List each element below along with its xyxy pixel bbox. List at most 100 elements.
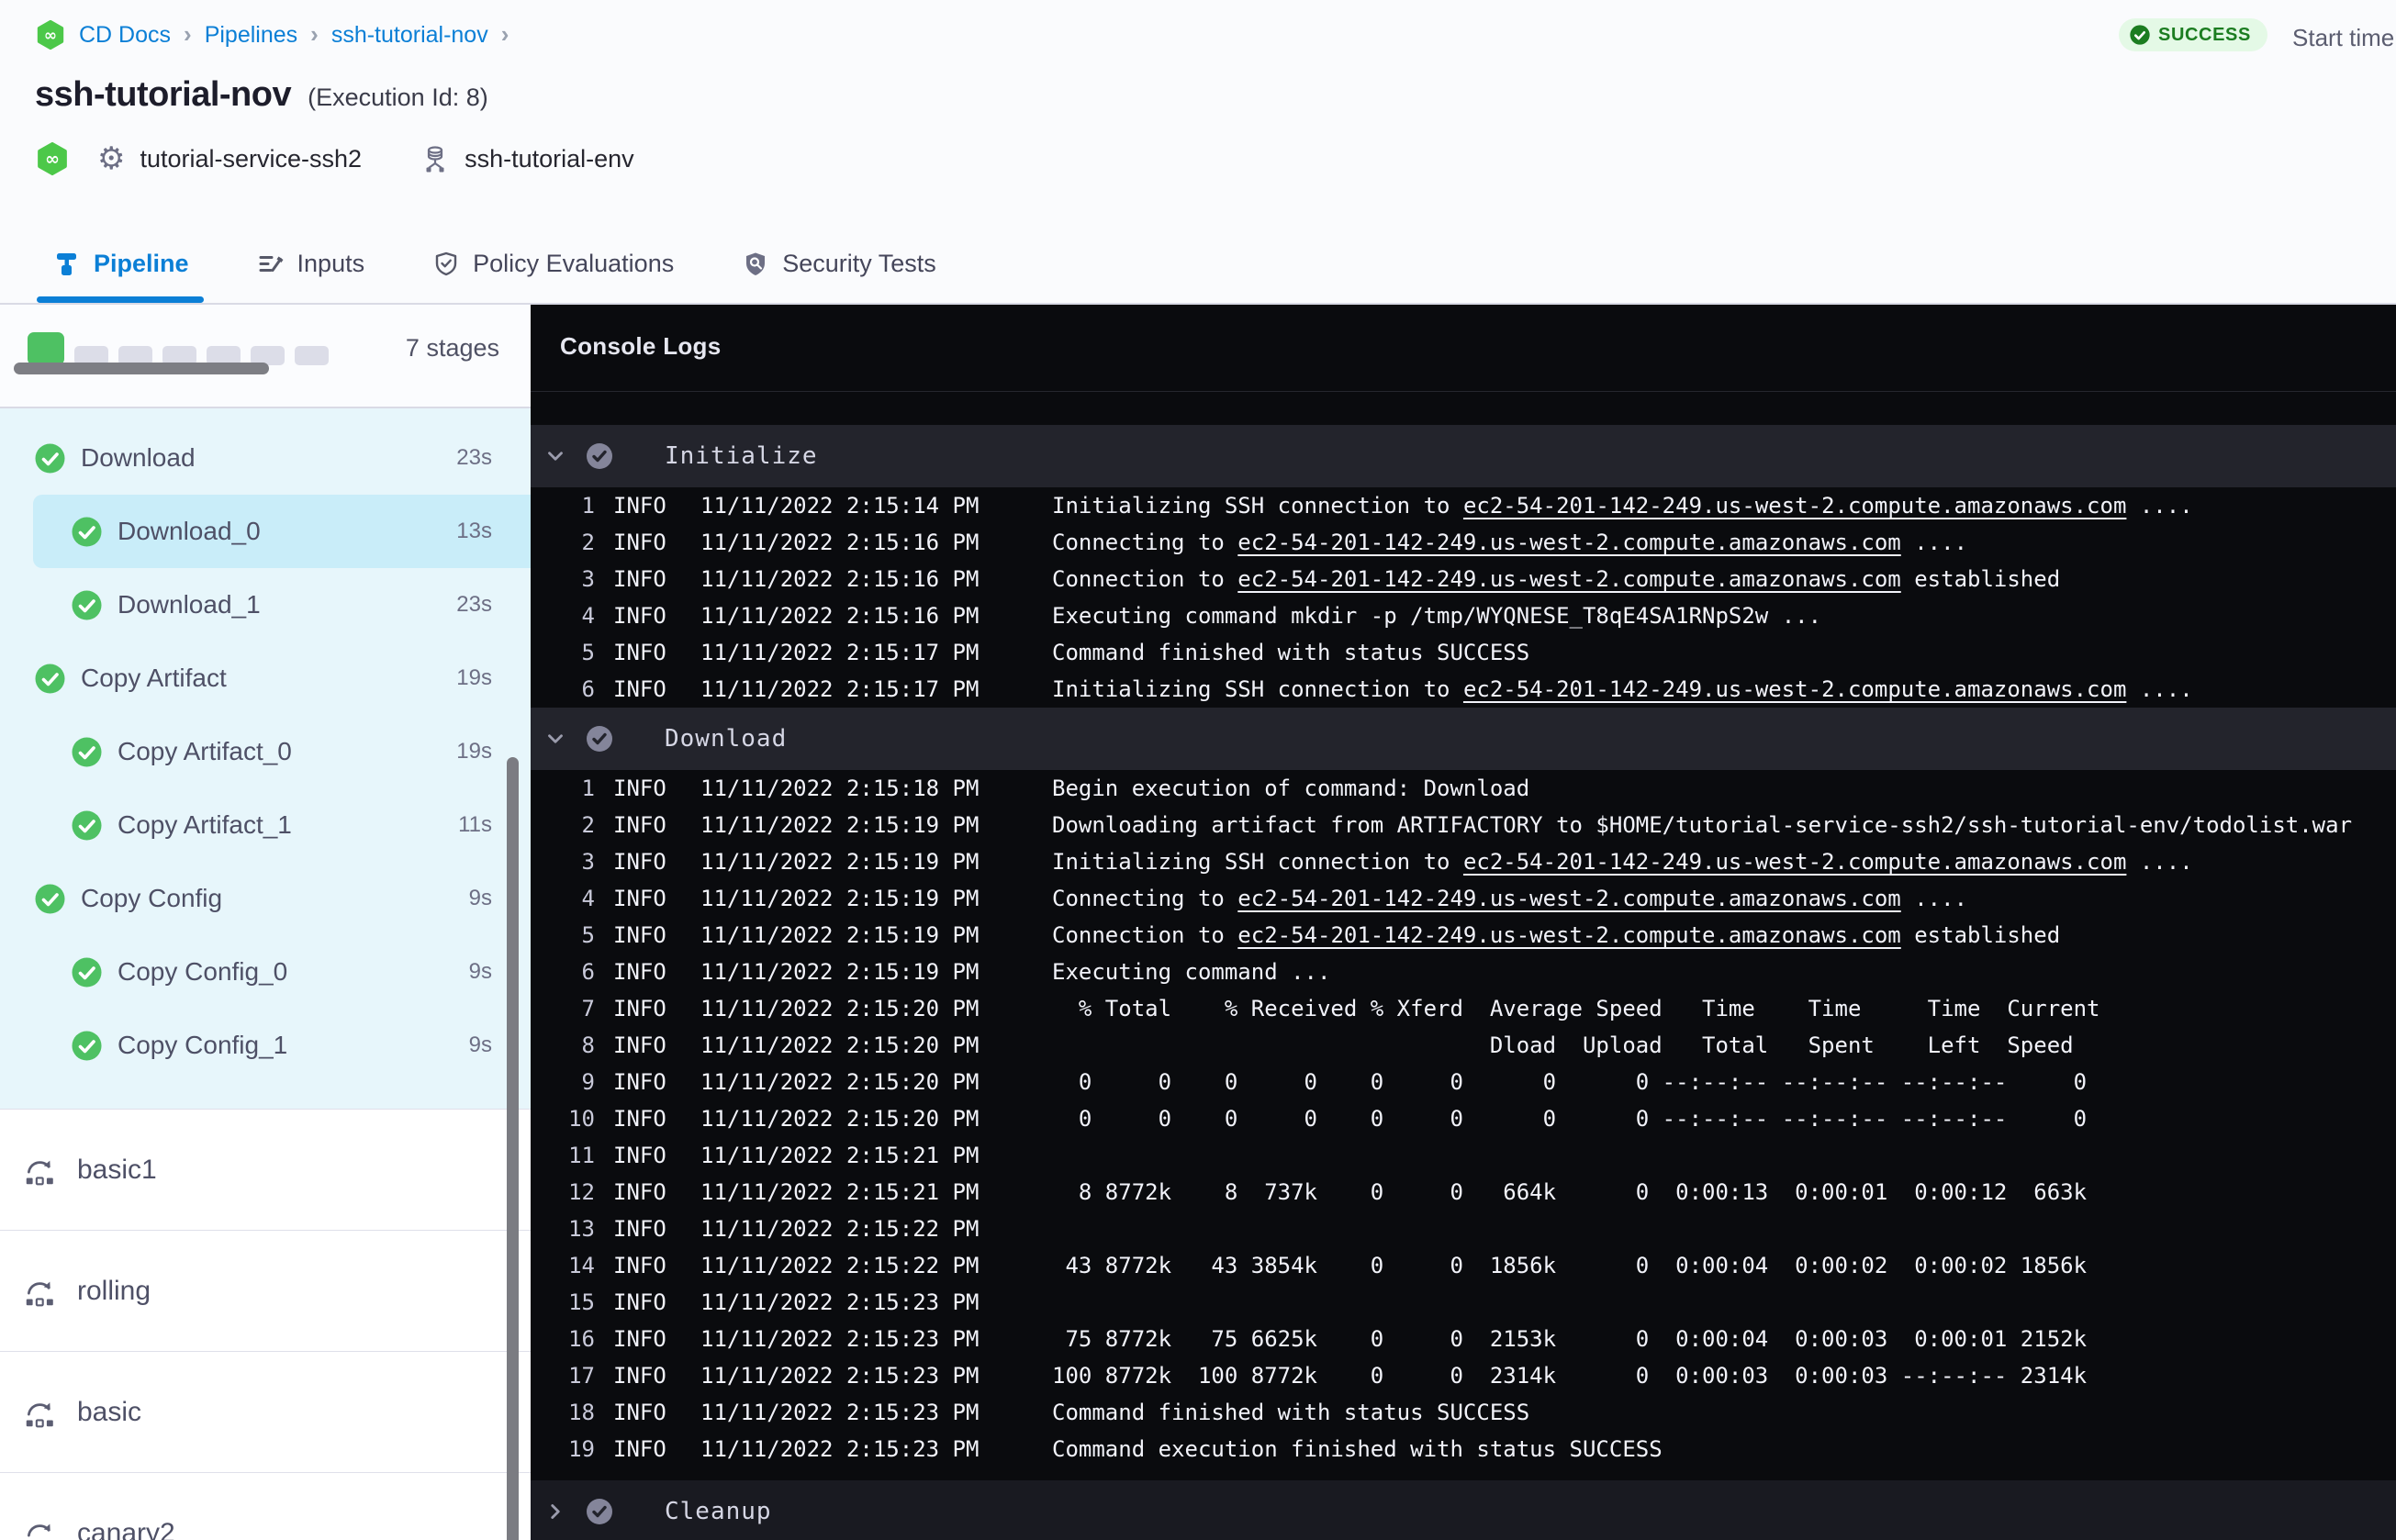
stage-row-copy-artifact-1[interactable]: Copy Artifact_1 11s bbox=[0, 788, 531, 862]
log-line: 1 INFO 11/11/2022 2:15:14 PM Initializin… bbox=[531, 487, 2396, 524]
chevron-right-icon: › bbox=[184, 19, 192, 48]
log-line: 12 INFO 11/11/2022 2:15:21 PM 8 8772k 8 … bbox=[531, 1174, 2396, 1211]
tab-label: Pipeline bbox=[94, 250, 189, 277]
stage-row-copy-config-0[interactable]: Copy Config_0 9s bbox=[0, 935, 531, 1009]
progress-square-current[interactable] bbox=[28, 332, 64, 365]
log-line: 5 INFO 11/11/2022 2:15:19 PM Connection … bbox=[531, 917, 2396, 954]
stage-row-download[interactable]: Download 23s bbox=[0, 421, 531, 495]
service-gear-icon: ⚙ bbox=[97, 141, 126, 176]
log-line-number: 2 bbox=[581, 530, 595, 555]
stage-list-item-rolling[interactable]: rolling bbox=[0, 1230, 531, 1351]
stages-sidebar: 7 stages Download 23s Download_0 13s Dow… bbox=[0, 305, 531, 1540]
section-success-check-icon bbox=[587, 726, 612, 752]
page-header: ∞ CD Docs › Pipelines › ssh-tutorial-nov… bbox=[0, 0, 2396, 225]
log-line: 11 INFO 11/11/2022 2:15:21 PM bbox=[531, 1137, 2396, 1174]
stage-row-download-1[interactable]: Download_1 23s bbox=[0, 568, 531, 642]
environment-name[interactable]: ssh-tutorial-env bbox=[465, 145, 634, 173]
log-message: 100 8772k 100 8772k 0 0 2314k 0 0:00:03 … bbox=[1052, 1363, 2088, 1389]
chevron-down-icon bbox=[548, 452, 563, 461]
log-level: INFO bbox=[613, 566, 666, 592]
console-section-header-cleanup[interactable]: Cleanup bbox=[531, 1480, 2396, 1540]
log-level: INFO bbox=[613, 640, 666, 665]
stage-duration: 13s bbox=[456, 519, 492, 543]
success-check-icon bbox=[72, 957, 102, 987]
stage-list-item-label: canary2 bbox=[77, 1517, 175, 1540]
stage-row-copy-artifact[interactable]: Copy Artifact 19s bbox=[0, 642, 531, 715]
stage-list-item-canary2[interactable]: canary2 bbox=[0, 1472, 531, 1540]
stages-count-label: 7 stages bbox=[405, 334, 499, 362]
log-timestamp: 11/11/2022 2:15:23 PM bbox=[700, 1436, 980, 1462]
host-link[interactable]: ec2-54-201-142-249.us-west-2.compute.ama… bbox=[1237, 566, 1900, 592]
log-line-number: 17 bbox=[568, 1363, 595, 1389]
tab-inputs[interactable]: Inputs bbox=[257, 225, 364, 303]
log-timestamp: 11/11/2022 2:15:17 PM bbox=[700, 676, 980, 702]
vertical-scrollbar[interactable] bbox=[507, 757, 519, 1540]
log-message: 75 8772k 75 6625k 0 0 2153k 0 0:00:04 0:… bbox=[1052, 1326, 2088, 1352]
log-line-number: 10 bbox=[568, 1106, 595, 1132]
log-timestamp: 11/11/2022 2:15:17 PM bbox=[700, 640, 980, 665]
stages-progress-header: 7 stages bbox=[0, 305, 531, 408]
log-message: 8 8772k 8 737k 0 0 664k 0 0:00:13 0:00:0… bbox=[1052, 1179, 2088, 1205]
log-line-number: 3 bbox=[581, 849, 595, 875]
log-timestamp: 11/11/2022 2:15:20 PM bbox=[700, 1032, 980, 1058]
section-success-check-icon bbox=[587, 1499, 612, 1524]
status-badge-label: SUCCESS bbox=[2158, 24, 2251, 45]
progress-square[interactable] bbox=[295, 346, 329, 365]
log-level: INFO bbox=[613, 1143, 666, 1168]
host-link[interactable]: ec2-54-201-142-249.us-west-2.compute.ama… bbox=[1237, 886, 1900, 911]
log-timestamp: 11/11/2022 2:15:19 PM bbox=[700, 922, 980, 948]
log-level: INFO bbox=[613, 603, 666, 629]
host-link[interactable]: ec2-54-201-142-249.us-west-2.compute.ama… bbox=[1463, 493, 2126, 519]
harness-cd-logo-icon: ∞ bbox=[35, 19, 66, 50]
log-line-number: 11 bbox=[568, 1143, 595, 1168]
console-header: Console Logs bbox=[531, 305, 2396, 392]
log-timestamp: 11/11/2022 2:15:20 PM bbox=[700, 1069, 980, 1095]
host-link[interactable]: ec2-54-201-142-249.us-west-2.compute.ama… bbox=[1463, 849, 2126, 875]
stage-row-download-0[interactable]: Download_0 13s bbox=[33, 495, 531, 568]
stage-list-item-label: rolling bbox=[77, 1275, 151, 1306]
stage-rerun-icon bbox=[26, 1281, 53, 1306]
horizontal-scrollbar[interactable] bbox=[14, 363, 269, 374]
stage-row-copy-config[interactable]: Copy Config 9s bbox=[0, 862, 531, 935]
host-link[interactable]: ec2-54-201-142-249.us-west-2.compute.ama… bbox=[1237, 922, 1900, 948]
stage-rerun-icon bbox=[28, 1523, 50, 1540]
stage-duration: 9s bbox=[468, 1032, 492, 1057]
log-line: 2 INFO 11/11/2022 2:15:16 PM Connecting … bbox=[531, 524, 2396, 561]
host-link[interactable]: ec2-54-201-142-249.us-west-2.compute.ama… bbox=[1463, 676, 2126, 702]
log-timestamp: 11/11/2022 2:15:16 PM bbox=[700, 530, 980, 555]
log-line-number: 14 bbox=[568, 1253, 595, 1278]
log-message: 0 0 0 0 0 0 0 0 --:--:-- --:--:-- --:--:… bbox=[1052, 1106, 2088, 1132]
tab-policy-evaluations[interactable]: Policy Evaluations bbox=[432, 225, 674, 303]
console-section-header-initialize[interactable]: Initialize bbox=[531, 425, 2396, 487]
log-timestamp: 11/11/2022 2:15:23 PM bbox=[700, 1363, 980, 1389]
log-line-number: 9 bbox=[581, 1069, 595, 1095]
stage-list: Download 23s Download_0 13s Download_1 2… bbox=[0, 408, 531, 1109]
log-message: Connection to ec2-54-201-142-249.us-west… bbox=[1052, 566, 2061, 592]
stage-list-item-label: basic bbox=[77, 1396, 142, 1427]
stage-row-copy-config-1[interactable]: Copy Config_1 9s bbox=[0, 1009, 531, 1082]
breadcrumb-link-pipelines[interactable]: Pipelines bbox=[205, 22, 297, 49]
stage-row-copy-artifact-0[interactable]: Copy Artifact_0 19s bbox=[0, 715, 531, 788]
console-section-header-download[interactable]: Download bbox=[531, 708, 2396, 770]
log-level: INFO bbox=[613, 493, 666, 519]
log-line-number: 3 bbox=[581, 566, 595, 592]
log-timestamp: 11/11/2022 2:15:20 PM bbox=[700, 996, 980, 1021]
console-body: Initialize 1 INFO 11/11/2022 2:15:14 PM … bbox=[531, 392, 2396, 1540]
tab-security-tests[interactable]: Security Tests bbox=[742, 225, 936, 303]
log-level: INFO bbox=[613, 1032, 666, 1058]
stage-list-item-basic[interactable]: basic bbox=[0, 1351, 531, 1472]
service-name[interactable]: tutorial-service-ssh2 bbox=[140, 145, 362, 173]
stage-list-item-basic1[interactable]: basic1 bbox=[0, 1109, 531, 1230]
main-content: 7 stages Download 23s Download_0 13s Dow… bbox=[0, 305, 2396, 1540]
chevron-right-icon: › bbox=[310, 19, 319, 48]
execution-id-label: (Execution Id: 8) bbox=[308, 84, 488, 111]
breadcrumb-link-cd-docs[interactable]: CD Docs bbox=[79, 22, 171, 49]
log-message: 43 8772k 43 3854k 0 0 1856k 0 0:00:04 0:… bbox=[1052, 1253, 2088, 1278]
breadcrumb: ∞ CD Docs › Pipelines › ssh-tutorial-nov… bbox=[35, 17, 509, 53]
host-link[interactable]: ec2-54-201-142-249.us-west-2.compute.ama… bbox=[1237, 530, 1900, 555]
success-check-icon bbox=[35, 884, 65, 913]
tab-pipeline[interactable]: Pipeline bbox=[37, 225, 204, 303]
breadcrumb-link-pipeline-name[interactable]: ssh-tutorial-nov bbox=[331, 22, 488, 49]
check-circle-icon bbox=[2130, 25, 2150, 45]
stage-name: Copy Config_0 bbox=[118, 957, 288, 986]
